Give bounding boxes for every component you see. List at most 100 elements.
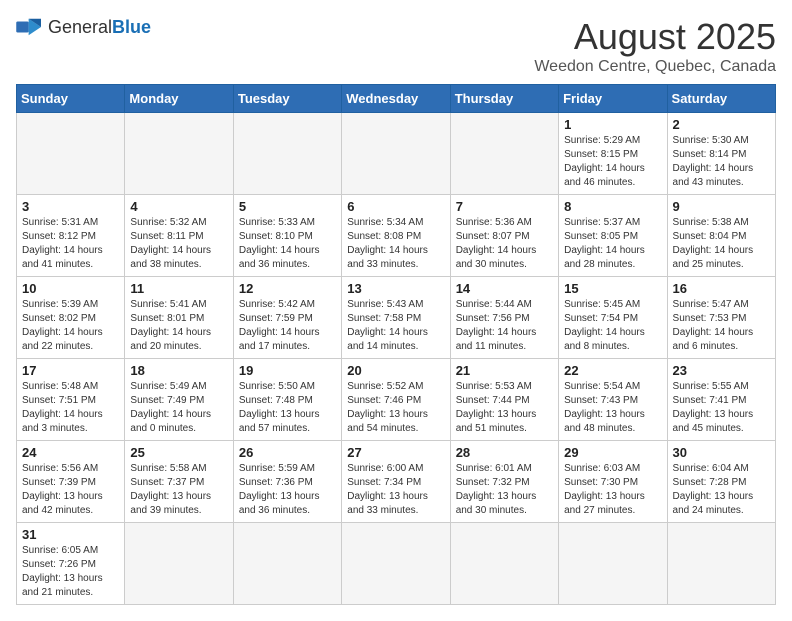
day-number: 14: [456, 281, 553, 296]
month-title: August 2025: [534, 16, 776, 58]
day-cell: [342, 523, 450, 605]
day-cell: 26 Sunrise: 5:59 AM Sunset: 7:36 PM Dayli…: [233, 441, 341, 523]
weekday-header-row: SundayMondayTuesdayWednesdayThursdayFrid…: [17, 85, 776, 113]
day-number: 26: [239, 445, 336, 460]
day-info: Sunrise: 5:48 AM Sunset: 7:51 PM Dayligh…: [22, 380, 119, 436]
day-number: 5: [239, 199, 336, 214]
day-info: Sunrise: 5:56 AM Sunset: 7:39 PM Dayligh…: [22, 462, 119, 518]
day-number: 9: [673, 199, 770, 214]
day-number: 10: [22, 281, 119, 296]
day-info: Sunrise: 6:05 AM Sunset: 7:26 PM Dayligh…: [22, 544, 119, 600]
day-number: 6: [347, 199, 444, 214]
day-number: 21: [456, 363, 553, 378]
day-number: 19: [239, 363, 336, 378]
day-info: Sunrise: 5:47 AM Sunset: 7:53 PM Dayligh…: [673, 298, 770, 354]
day-info: Sunrise: 5:34 AM Sunset: 8:08 PM Dayligh…: [347, 216, 444, 272]
title-area: August 2025 Weedon Centre, Quebec, Canad…: [534, 16, 776, 76]
day-number: 18: [130, 363, 227, 378]
day-cell: 16 Sunrise: 5:47 AM Sunset: 7:53 PM Dayli…: [667, 277, 775, 359]
day-cell: 8Sunrise: 5:37 AM Sunset: 8:05 PM Daylig…: [559, 195, 667, 277]
weekday-header-friday: Friday: [559, 85, 667, 113]
day-info: Sunrise: 5:43 AM Sunset: 7:58 PM Dayligh…: [347, 298, 444, 354]
day-cell: [559, 523, 667, 605]
week-row-5: 24Sunrise: 5:56 AM Sunset: 7:39 PM Dayli…: [17, 441, 776, 523]
calendar-table: SundayMondayTuesdayWednesdayThursdayFrid…: [16, 84, 776, 605]
day-info: Sunrise: 5:38 AM Sunset: 8:04 PM Dayligh…: [673, 216, 770, 272]
day-cell: 31 Sunrise: 6:05 AM Sunset: 7:26 PM Dayli…: [17, 523, 125, 605]
day-info: Sunrise: 5:50 AM Sunset: 7:48 PM Dayligh…: [239, 380, 336, 436]
day-number: 2: [673, 117, 770, 132]
day-number: 11: [130, 281, 227, 296]
day-info: Sunrise: 5:55 AM Sunset: 7:41 PM Dayligh…: [673, 380, 770, 436]
weekday-header-sunday: Sunday: [17, 85, 125, 113]
day-info: Sunrise: 6:00 AM Sunset: 7:34 PM Dayligh…: [347, 462, 444, 518]
day-cell: [233, 113, 341, 195]
day-number: 27: [347, 445, 444, 460]
day-cell: 29Sunrise: 6:03 AM Sunset: 7:30 PM Dayli…: [559, 441, 667, 523]
week-row-1: 1 Sunrise: 5:29 AM Sunset: 8:15 PM Daylig…: [17, 113, 776, 195]
day-number: 17: [22, 363, 119, 378]
day-number: 13: [347, 281, 444, 296]
day-cell: [17, 113, 125, 195]
day-cell: 19 Sunrise: 5:50 AM Sunset: 7:48 PM Dayli…: [233, 359, 341, 441]
day-number: 30: [673, 445, 770, 460]
day-cell: 2Sunrise: 5:30 AM Sunset: 8:14 PM Daylig…: [667, 113, 775, 195]
day-cell: 14 Sunrise: 5:44 AM Sunset: 7:56 PM Dayli…: [450, 277, 558, 359]
day-number: 28: [456, 445, 553, 460]
weekday-header-tuesday: Tuesday: [233, 85, 341, 113]
day-cell: 11Sunrise: 5:41 AM Sunset: 8:01 PM Dayli…: [125, 277, 233, 359]
day-number: 16: [673, 281, 770, 296]
day-number: 23: [673, 363, 770, 378]
day-info: Sunrise: 5:32 AM Sunset: 8:11 PM Dayligh…: [130, 216, 227, 272]
day-cell: [125, 523, 233, 605]
day-number: 1: [564, 117, 661, 132]
day-cell: 22Sunrise: 5:54 AM Sunset: 7:43 PM Dayli…: [559, 359, 667, 441]
day-cell: [342, 113, 450, 195]
day-number: 20: [347, 363, 444, 378]
day-cell: 30Sunrise: 6:04 AM Sunset: 7:28 PM Dayli…: [667, 441, 775, 523]
day-info: Sunrise: 5:42 AM Sunset: 7:59 PM Dayligh…: [239, 298, 336, 354]
logo-icon: [16, 16, 44, 38]
day-info: Sunrise: 5:54 AM Sunset: 7:43 PM Dayligh…: [564, 380, 661, 436]
day-cell: [667, 523, 775, 605]
weekday-header-monday: Monday: [125, 85, 233, 113]
weekday-header-thursday: Thursday: [450, 85, 558, 113]
day-cell: 7Sunrise: 5:36 AM Sunset: 8:07 PM Daylig…: [450, 195, 558, 277]
day-info: Sunrise: 5:39 AM Sunset: 8:02 PM Dayligh…: [22, 298, 119, 354]
day-info: Sunrise: 5:29 AM Sunset: 8:15 PM Dayligh…: [564, 134, 661, 190]
day-cell: 27 Sunrise: 6:00 AM Sunset: 7:34 PM Dayli…: [342, 441, 450, 523]
day-cell: [450, 523, 558, 605]
day-cell: [450, 113, 558, 195]
day-cell: 28Sunrise: 6:01 AM Sunset: 7:32 PM Dayli…: [450, 441, 558, 523]
day-cell: 24Sunrise: 5:56 AM Sunset: 7:39 PM Dayli…: [17, 441, 125, 523]
week-row-6: 31 Sunrise: 6:05 AM Sunset: 7:26 PM Dayli…: [17, 523, 776, 605]
page-header: GeneralBlue August 2025 Weedon Centre, Q…: [16, 16, 776, 76]
day-number: 25: [130, 445, 227, 460]
day-cell: 5Sunrise: 5:33 AM Sunset: 8:10 PM Daylig…: [233, 195, 341, 277]
day-cell: 10 Sunrise: 5:39 AM Sunset: 8:02 PM Dayli…: [17, 277, 125, 359]
day-number: 3: [22, 199, 119, 214]
week-row-4: 17 Sunrise: 5:48 AM Sunset: 7:51 PM Dayli…: [17, 359, 776, 441]
day-info: Sunrise: 5:53 AM Sunset: 7:44 PM Dayligh…: [456, 380, 553, 436]
weekday-header-wednesday: Wednesday: [342, 85, 450, 113]
logo: GeneralBlue: [16, 16, 151, 38]
day-cell: 17 Sunrise: 5:48 AM Sunset: 7:51 PM Dayli…: [17, 359, 125, 441]
day-info: Sunrise: 5:59 AM Sunset: 7:36 PM Dayligh…: [239, 462, 336, 518]
day-cell: [233, 523, 341, 605]
day-cell: 25 Sunrise: 5:58 AM Sunset: 7:37 PM Dayli…: [125, 441, 233, 523]
day-info: Sunrise: 5:31 AM Sunset: 8:12 PM Dayligh…: [22, 216, 119, 272]
day-cell: 20 Sunrise: 5:52 AM Sunset: 7:46 PM Dayli…: [342, 359, 450, 441]
day-cell: 12Sunrise: 5:42 AM Sunset: 7:59 PM Dayli…: [233, 277, 341, 359]
day-info: Sunrise: 5:44 AM Sunset: 7:56 PM Dayligh…: [456, 298, 553, 354]
day-cell: 3 Sunrise: 5:31 AM Sunset: 8:12 PM Daylig…: [17, 195, 125, 277]
day-number: 31: [22, 527, 119, 542]
day-cell: 21 Sunrise: 5:53 AM Sunset: 7:44 PM Dayli…: [450, 359, 558, 441]
logo-text: GeneralBlue: [48, 17, 151, 38]
day-info: Sunrise: 5:52 AM Sunset: 7:46 PM Dayligh…: [347, 380, 444, 436]
day-cell: 18Sunrise: 5:49 AM Sunset: 7:49 PM Dayli…: [125, 359, 233, 441]
location-title: Weedon Centre, Quebec, Canada: [534, 58, 776, 76]
day-cell: 6 Sunrise: 5:34 AM Sunset: 8:08 PM Daylig…: [342, 195, 450, 277]
day-cell: 4Sunrise: 5:32 AM Sunset: 8:11 PM Daylig…: [125, 195, 233, 277]
day-info: Sunrise: 5:58 AM Sunset: 7:37 PM Dayligh…: [130, 462, 227, 518]
day-cell: 9 Sunrise: 5:38 AM Sunset: 8:04 PM Daylig…: [667, 195, 775, 277]
